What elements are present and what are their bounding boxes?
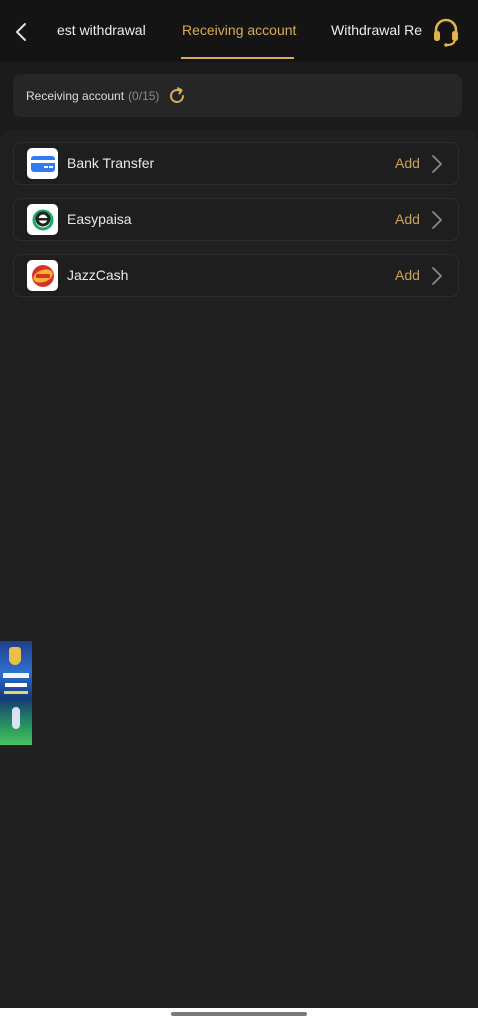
- chevron-right-icon: [432, 211, 442, 229]
- headset-icon: [434, 18, 458, 47]
- tab-withdrawal-records[interactable]: Withdrawal Re: [331, 22, 422, 38]
- bank-card-icon: [27, 148, 58, 179]
- top-bar: est withdrawal Receiving account Withdra…: [0, 0, 478, 62]
- banner-graphic: [5, 683, 27, 687]
- method-name: Easypaisa: [67, 211, 132, 227]
- method-name: JazzCash: [67, 267, 129, 283]
- promo-banner-thumbnail[interactable]: [0, 641, 32, 745]
- method-row-easypaisa[interactable]: Easypaisa Add: [13, 198, 459, 241]
- customer-support-button[interactable]: [430, 16, 462, 48]
- home-gesture-handle[interactable]: [171, 1012, 307, 1016]
- receiving-account-label: Receiving account: [26, 88, 125, 103]
- refresh-icon[interactable]: [167, 86, 187, 106]
- trophy-image: [9, 647, 21, 665]
- chevron-right-icon: [432, 267, 442, 285]
- payment-methods-panel: Bank Transfer Add Easypaisa Add JazzCash…: [0, 130, 478, 1010]
- receiving-account-summary: Receiving account (0/15): [13, 74, 462, 117]
- method-row-jazzcash[interactable]: JazzCash Add: [13, 254, 459, 297]
- jazzcash-logo: [27, 260, 58, 291]
- easypaisa-logo: [27, 204, 58, 235]
- player-figure: [12, 707, 20, 729]
- add-button[interactable]: Add: [395, 267, 420, 283]
- banner-graphic: [4, 691, 28, 694]
- chevron-left-icon: [16, 23, 26, 41]
- account-count: (0/15): [128, 88, 160, 103]
- tab-receiving-account[interactable]: Receiving account: [182, 22, 296, 38]
- method-name: Bank Transfer: [67, 155, 155, 171]
- add-button[interactable]: Add: [395, 155, 420, 171]
- back-button[interactable]: [10, 19, 32, 45]
- tab-latest-withdrawal[interactable]: est withdrawal: [57, 22, 146, 38]
- active-tab-indicator: [181, 57, 294, 59]
- add-button[interactable]: Add: [395, 211, 420, 227]
- system-navigation-bar: [0, 1008, 478, 1024]
- banner-graphic: [3, 673, 29, 678]
- method-row-bank-transfer[interactable]: Bank Transfer Add: [13, 142, 459, 185]
- chevron-right-icon: [432, 155, 442, 173]
